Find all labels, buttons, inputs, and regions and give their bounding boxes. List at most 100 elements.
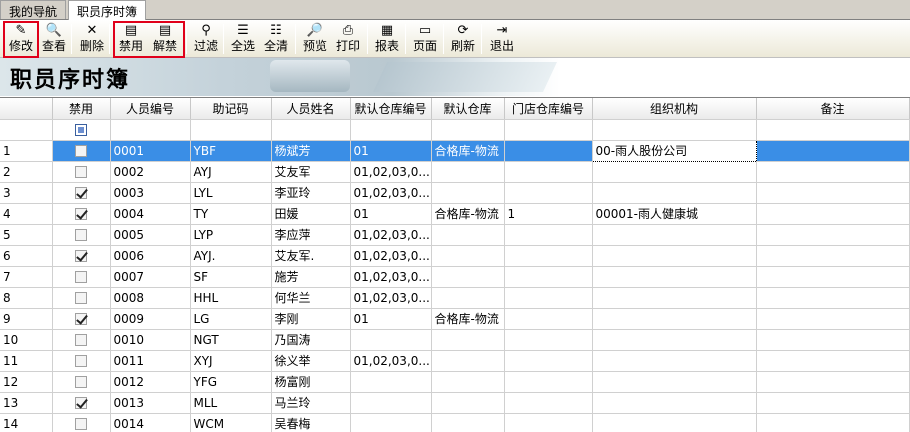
organization-cell[interactable]: [592, 329, 757, 351]
staff-name-cell[interactable]: 田媛: [271, 203, 351, 225]
tab-staff-journal[interactable]: 职员序时簿: [68, 0, 147, 20]
filter-cell[interactable]: [52, 119, 111, 141]
staff-code-cell[interactable]: 0008: [110, 287, 191, 309]
filter-button[interactable]: ⚲ 过滤: [190, 23, 222, 55]
column-header-disabled[interactable]: 禁用: [52, 98, 111, 120]
disabled-checkbox[interactable]: [75, 208, 87, 220]
exit-button[interactable]: ⇥ 退出: [486, 23, 518, 55]
default-warehouse-code-cell[interactable]: 01,02,03,0...: [350, 182, 432, 204]
default-warehouse-code-cell[interactable]: 01,02,03,0...: [350, 266, 432, 288]
default-warehouse-cell[interactable]: [431, 392, 505, 414]
store-warehouse-code-cell[interactable]: [504, 266, 593, 288]
disabled-checkbox[interactable]: [75, 376, 87, 388]
column-header-mnemonic[interactable]: 助记码: [190, 98, 272, 120]
filter-cell[interactable]: [110, 119, 191, 141]
disabled-checkbox[interactable]: [75, 250, 87, 262]
page-button[interactable]: ▭ 页面: [409, 23, 441, 55]
default-warehouse-cell[interactable]: [431, 266, 505, 288]
store-warehouse-code-cell[interactable]: 1: [504, 203, 593, 225]
organization-cell[interactable]: [592, 161, 757, 183]
filter-cell[interactable]: [504, 119, 593, 141]
store-warehouse-code-cell[interactable]: [504, 329, 593, 351]
column-header-store-warehouse-code[interactable]: 门店仓库编号: [504, 98, 593, 120]
mnemonic-cell[interactable]: SF: [190, 266, 272, 288]
column-header-remarks[interactable]: 备注: [756, 98, 910, 120]
organization-cell[interactable]: 00001-雨人健康城: [592, 203, 757, 225]
select-all-button[interactable]: ☰ 全选: [227, 23, 259, 55]
filter-cell[interactable]: [756, 119, 910, 141]
table-row[interactable]: 4 0004 TY 田媛 01 合格库-物流 1 00001-雨人健康城: [0, 203, 910, 225]
staff-code-cell[interactable]: 0013: [110, 392, 191, 414]
filter-cell[interactable]: [431, 119, 505, 141]
mnemonic-cell[interactable]: TY: [190, 203, 272, 225]
filter-cell[interactable]: [190, 119, 272, 141]
organization-cell[interactable]: [592, 308, 757, 330]
default-warehouse-cell[interactable]: [431, 224, 505, 246]
organization-cell[interactable]: [592, 287, 757, 309]
staff-name-cell[interactable]: 施芳: [271, 266, 351, 288]
organization-cell[interactable]: [592, 245, 757, 267]
staff-code-cell[interactable]: 0014: [110, 413, 191, 432]
disabled-checkbox[interactable]: [75, 397, 87, 409]
disabled-cell[interactable]: [52, 182, 111, 204]
remarks-cell[interactable]: [756, 329, 910, 351]
remarks-cell[interactable]: [756, 350, 910, 372]
default-warehouse-code-cell[interactable]: [350, 371, 432, 393]
staff-name-cell[interactable]: 马兰玲: [271, 392, 351, 414]
store-warehouse-code-cell[interactable]: [504, 350, 593, 372]
delete-button[interactable]: ✕ 删除: [76, 23, 108, 55]
filter-cell[interactable]: [592, 119, 757, 141]
default-warehouse-code-cell[interactable]: 01: [350, 140, 432, 162]
staff-name-cell[interactable]: 艾友军: [271, 161, 351, 183]
disabled-checkbox[interactable]: [75, 166, 87, 178]
disabled-cell[interactable]: [52, 392, 111, 414]
remarks-cell[interactable]: [756, 392, 910, 414]
default-warehouse-cell[interactable]: 合格库-物流: [431, 308, 505, 330]
table-row[interactable]: 10 0010 NGT 乃国涛: [0, 329, 910, 351]
table-row[interactable]: 1 0001 YBF 杨斌芳 01 合格库-物流 00-雨人股份公司: [0, 139, 910, 162]
default-warehouse-cell[interactable]: [431, 350, 505, 372]
default-warehouse-code-cell[interactable]: [350, 392, 432, 414]
refresh-button[interactable]: ⟳ 刷新: [447, 23, 479, 55]
staff-code-cell[interactable]: 0006: [110, 245, 191, 267]
column-header-default-warehouse-code[interactable]: 默认仓库编号: [350, 98, 432, 120]
disabled-cell[interactable]: [52, 266, 111, 288]
mnemonic-cell[interactable]: HHL: [190, 287, 272, 309]
disabled-checkbox[interactable]: [75, 271, 87, 283]
staff-code-cell[interactable]: 0003: [110, 182, 191, 204]
disabled-checkbox[interactable]: [75, 355, 87, 367]
disable-button[interactable]: ▤ 禁用: [115, 23, 147, 55]
disabled-checkbox[interactable]: [75, 187, 87, 199]
default-warehouse-code-cell[interactable]: 01: [350, 308, 432, 330]
staff-name-cell[interactable]: 李亚玲: [271, 182, 351, 204]
disabled-checkbox[interactable]: [75, 313, 87, 325]
disabled-cell[interactable]: [52, 224, 111, 246]
remarks-cell[interactable]: [756, 308, 910, 330]
remarks-cell[interactable]: [756, 266, 910, 288]
table-row[interactable]: 6 0006 AYJ. 艾友军. 01,02,03,0...: [0, 245, 910, 267]
default-warehouse-cell[interactable]: 合格库-物流: [431, 140, 505, 162]
mnemonic-cell[interactable]: AYJ: [190, 161, 272, 183]
store-warehouse-code-cell[interactable]: [504, 161, 593, 183]
table-row[interactable]: 2 0002 AYJ 艾友军 01,02,03,0...: [0, 161, 910, 183]
staff-code-cell[interactable]: 0005: [110, 224, 191, 246]
mnemonic-cell[interactable]: YBF: [190, 140, 272, 162]
table-row[interactable]: 7 0007 SF 施芳 01,02,03,0...: [0, 266, 910, 288]
staff-name-cell[interactable]: 杨富刚: [271, 371, 351, 393]
table-row[interactable]: 13 0013 MLL 马兰玲: [0, 392, 910, 414]
staff-code-cell[interactable]: 0009: [110, 308, 191, 330]
store-warehouse-code-cell[interactable]: [504, 371, 593, 393]
store-warehouse-code-cell[interactable]: [504, 413, 593, 432]
remarks-cell[interactable]: [756, 140, 910, 162]
store-warehouse-code-cell[interactable]: [504, 308, 593, 330]
staff-name-cell[interactable]: 何华兰: [271, 287, 351, 309]
disabled-cell[interactable]: [52, 350, 111, 372]
organization-cell[interactable]: 00-雨人股份公司: [591, 139, 757, 162]
column-header-staff-code[interactable]: 人员编号: [110, 98, 191, 120]
preview-button[interactable]: 🔎 预览: [299, 23, 331, 55]
remarks-cell[interactable]: [756, 182, 910, 204]
mnemonic-cell[interactable]: YFG: [190, 371, 272, 393]
remarks-cell[interactable]: [756, 413, 910, 432]
clear-all-button[interactable]: ☷ 全清: [260, 23, 292, 55]
filter-cell[interactable]: [271, 119, 351, 141]
